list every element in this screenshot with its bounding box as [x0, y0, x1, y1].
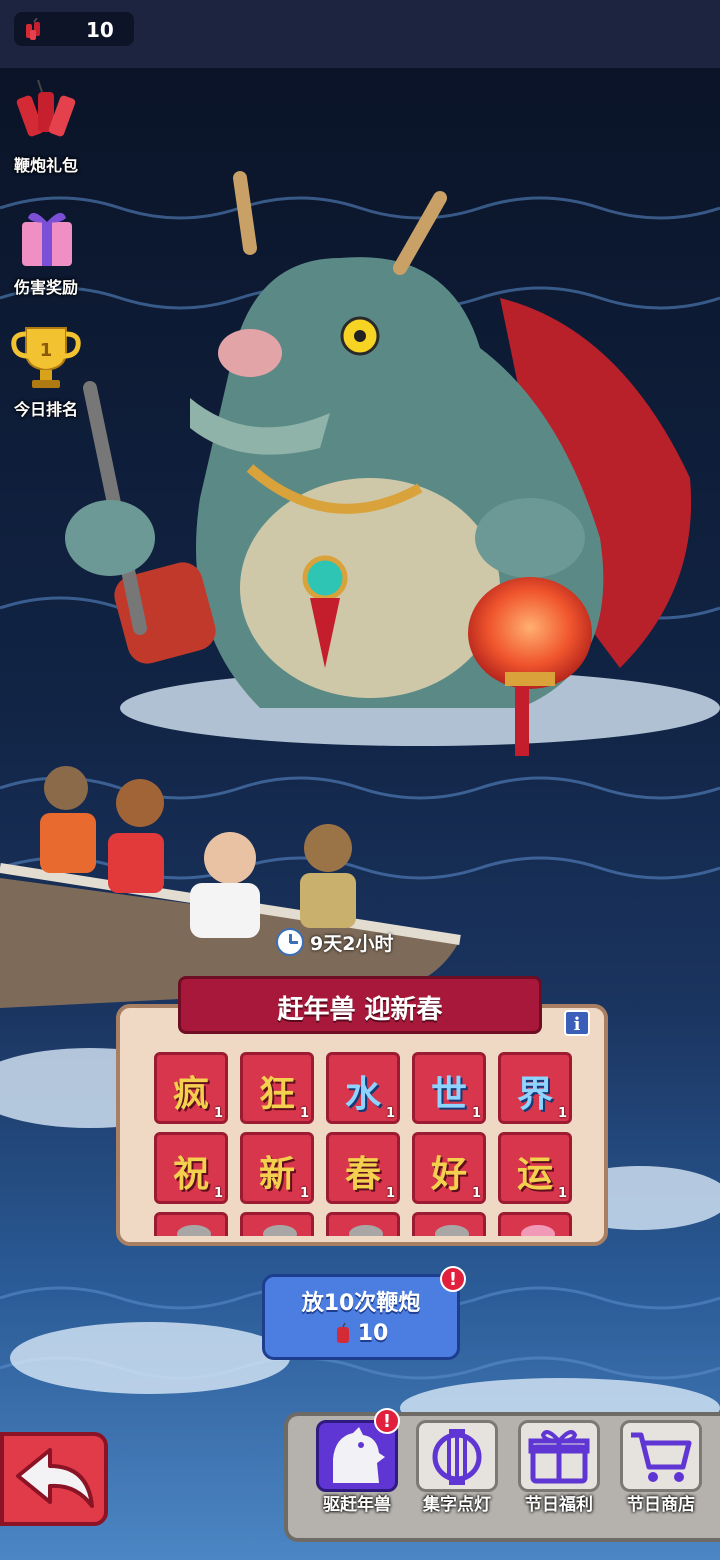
character-tile-partial[interactable] — [154, 1212, 228, 1236]
character-tile-grid: 疯1 狂1 水1 世1 界1 祝1 新1 春1 好1 运1 — [154, 1052, 574, 1236]
firecracker-bundle-button[interactable]: 鞭炮礼包 — [6, 78, 86, 176]
firecracker-icon — [26, 18, 40, 40]
notification-badge: ! — [374, 1408, 400, 1434]
firecracker-count: 10 — [86, 18, 114, 42]
fire-button-label: 放10次鞭炮 — [301, 1291, 421, 1316]
tile-count: 1 — [299, 1106, 309, 1121]
fire-10-firecrackers-button[interactable]: 放10次鞭炮 10 — [262, 1274, 460, 1360]
fire-cost-value: 10 — [357, 1321, 389, 1346]
back-button[interactable] — [0, 1432, 108, 1526]
nav-label: 节日福利 — [525, 1495, 593, 1515]
character-tile[interactable]: 水1 — [326, 1052, 400, 1124]
nav-icon-box — [518, 1420, 600, 1492]
nav-label: 节日商店 — [627, 1495, 695, 1515]
tile-count: 1 — [557, 1106, 567, 1121]
side-label: 伤害奖励 — [13, 278, 78, 297]
nian-beast-dragon — [65, 171, 692, 756]
nav-holiday-welfare[interactable]: 节日福利 — [512, 1418, 606, 1518]
lantern-placeholder-icon — [263, 1225, 297, 1236]
nav-collect-words[interactable]: 集字点灯 — [410, 1418, 504, 1518]
svg-text:1: 1 — [40, 340, 53, 361]
event-title: 赶年兽 迎新春 — [277, 995, 443, 1025]
flower-icon — [521, 1225, 555, 1236]
info-button[interactable]: i — [564, 1010, 590, 1036]
character-tile-partial[interactable] — [412, 1212, 486, 1236]
back-arrow-icon — [16, 1448, 94, 1508]
character-tile[interactable]: 世1 — [412, 1052, 486, 1124]
character-tile-partial[interactable] — [326, 1212, 400, 1236]
tile-count: 1 — [471, 1106, 481, 1121]
side-label: 今日排名 — [13, 400, 78, 419]
character-tile[interactable]: 好1 — [412, 1132, 486, 1204]
nav-label: 驱赶年兽 — [323, 1495, 391, 1515]
nav-icon-box — [620, 1420, 702, 1492]
event-timer: 9天2小时 — [276, 928, 393, 964]
notification-badge: ! — [440, 1266, 466, 1292]
today-ranking-button[interactable]: 1 今日排名 — [6, 322, 86, 420]
firecracker-icon — [336, 1323, 349, 1343]
lantern-icon — [432, 1429, 482, 1485]
character-tile[interactable]: 新1 — [240, 1132, 314, 1204]
character-tile[interactable]: 疯1 — [154, 1052, 228, 1124]
lantern-placeholder-icon — [349, 1225, 383, 1236]
cart-icon — [631, 1432, 692, 1482]
character-tile[interactable]: 运1 — [498, 1132, 572, 1204]
top-bar: 10 — [0, 0, 720, 70]
nav-icon-box — [416, 1420, 498, 1492]
tile-count: 1 — [299, 1186, 309, 1201]
tile-count: 1 — [385, 1106, 395, 1121]
gift-icon — [528, 1430, 590, 1484]
game-screen: { "top_bar": { "firecracker_count": "10"… — [0, 0, 720, 1560]
trophy-icon: 1 — [11, 327, 81, 388]
tile-count: 1 — [557, 1186, 567, 1201]
nav-label: 集字点灯 — [423, 1495, 491, 1515]
side-label: 鞭炮礼包 — [13, 156, 78, 175]
character-tile-partial[interactable] — [240, 1212, 314, 1236]
boat-with-villagers — [0, 766, 461, 1008]
lantern-placeholder-icon — [435, 1225, 469, 1236]
lantern-placeholder-icon — [177, 1225, 211, 1236]
tile-count: 1 — [385, 1186, 395, 1201]
damage-reward-button[interactable]: 伤害奖励 — [6, 200, 86, 298]
event-title-banner: 赶年兽 迎新春 — [178, 976, 542, 1034]
gift-box-icon — [22, 212, 72, 266]
character-tile-partial[interactable] — [498, 1212, 572, 1236]
tile-count: 1 — [213, 1186, 223, 1201]
tile-count: 1 — [471, 1186, 481, 1201]
clock-icon — [276, 928, 304, 956]
firecracker-counter: 10 — [14, 12, 134, 46]
character-tile[interactable]: 祝1 — [154, 1132, 228, 1204]
timer-text: 9天2小时 — [310, 932, 394, 955]
character-tile[interactable]: 狂1 — [240, 1052, 314, 1124]
character-tile[interactable]: 春1 — [326, 1132, 400, 1204]
fire-button-cost: 10 — [265, 1321, 457, 1346]
nav-holiday-shop[interactable]: 节日商店 — [614, 1418, 708, 1518]
tile-count: 1 — [213, 1106, 223, 1121]
character-tile[interactable]: 界1 — [498, 1052, 572, 1124]
firecracker-bundle-icon — [16, 79, 76, 137]
